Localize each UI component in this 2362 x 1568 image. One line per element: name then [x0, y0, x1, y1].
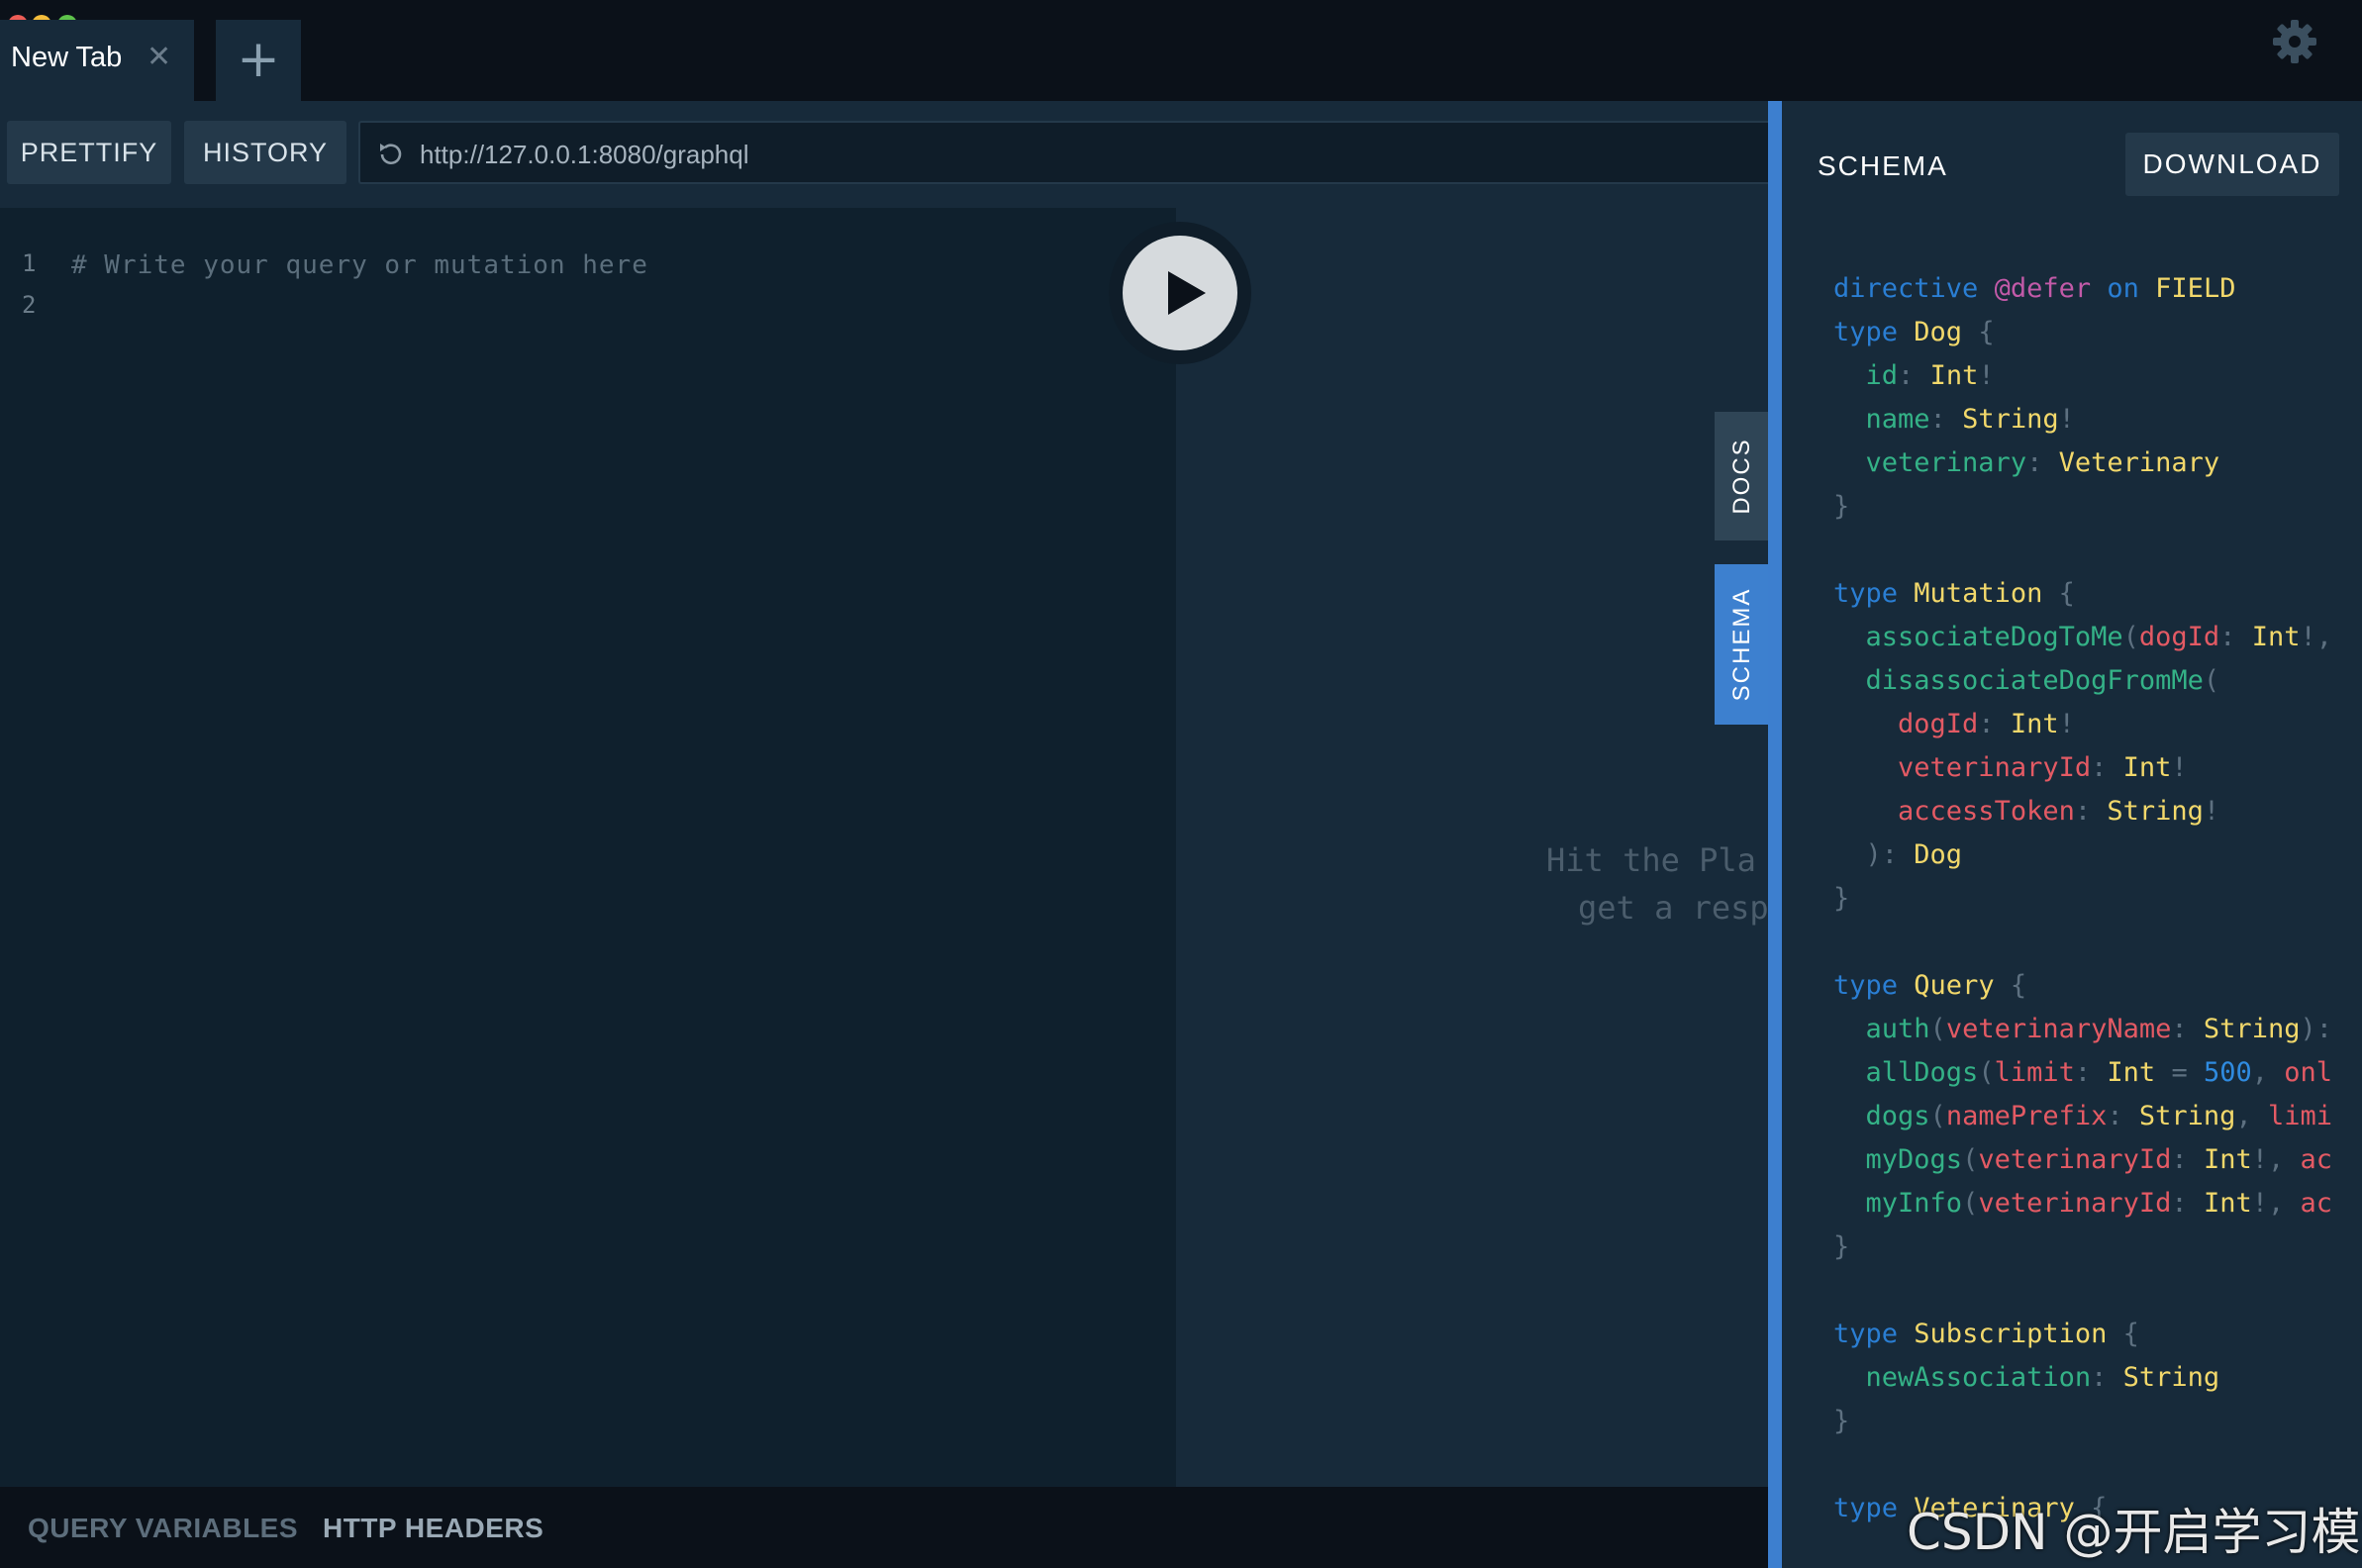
tab-schema[interactable]: SCHEMA — [1715, 564, 1770, 725]
query-editor[interactable]: 1 2 — [0, 208, 1176, 1487]
schema-panel: SCHEMA DOWNLOAD directive @defer on FIEL… — [1782, 101, 2362, 1568]
schema-panel-resize-handle[interactable] — [1768, 101, 1782, 1568]
schema-title: SCHEMA — [1818, 150, 1948, 181]
watermark: CSDN @开启学习模式 — [1907, 1504, 2362, 1561]
schema-sdl: directive @defer on FIELD type Dog { id:… — [1833, 273, 2333, 1523]
add-tab-button[interactable]: + — [216, 20, 301, 101]
tab-query-variables[interactable]: QUERY VARIABLES — [28, 1513, 298, 1544]
play-icon — [1168, 271, 1206, 315]
endpoint-input[interactable]: http://127.0.0.1:8080/graphql — [358, 121, 1768, 184]
line-number: 2 — [22, 291, 37, 319]
tab-docs[interactable]: DOCS — [1715, 412, 1770, 540]
line-number: 1 — [22, 249, 37, 277]
gear-icon[interactable] — [2271, 18, 2318, 65]
plus-icon: + — [237, 30, 280, 89]
play-button-face — [1123, 236, 1237, 350]
prettify-button[interactable]: PRETTIFY — [7, 121, 171, 184]
result-hint: get a resp — [1578, 889, 1768, 927]
download-button[interactable]: DOWNLOAD — [2125, 133, 2339, 196]
tab-title: New Tab — [11, 42, 123, 73]
history-button[interactable]: HISTORY — [184, 121, 346, 184]
close-icon[interactable]: ✕ — [147, 40, 171, 74]
bottom-tabs: QUERY VARIABLES HTTP HEADERS — [0, 1487, 1768, 1568]
title-bar — [0, 0, 2362, 101]
tab-docs-label: DOCS — [1728, 438, 1755, 515]
reload-icon[interactable] — [375, 139, 407, 170]
tab-schema-label: SCHEMA — [1728, 587, 1755, 702]
result-hint: Hit the Pla — [1546, 841, 1756, 879]
result-pane: Hit the Pla get a resp — [1176, 208, 1768, 1487]
query-placeholder: # Write your query or mutation here — [71, 250, 648, 280]
endpoint-url: http://127.0.0.1:8080/graphql — [420, 140, 749, 169]
tab-new-tab[interactable]: New Tab ✕ — [0, 20, 194, 101]
tab-http-headers[interactable]: HTTP HEADERS — [323, 1513, 543, 1544]
execute-query-button[interactable] — [1109, 222, 1251, 364]
